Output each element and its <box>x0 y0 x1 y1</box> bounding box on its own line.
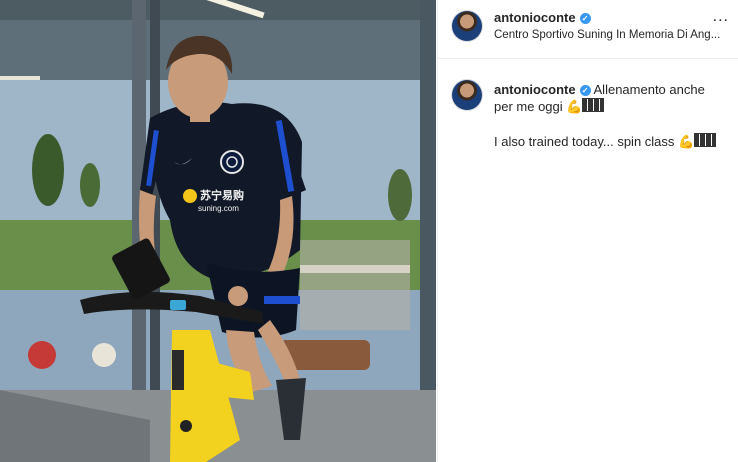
caption-line-2: I also trained today... spin class 💪 <box>494 133 726 150</box>
caption-avatar[interactable] <box>452 80 482 110</box>
flag-emoji-icon <box>582 98 605 112</box>
caption-verified-icon: ✓ <box>579 85 591 96</box>
caption-text-english: I also trained today... spin class <box>494 134 675 149</box>
caption-line-1: antonioconte ✓ Allenamento anche per me o… <box>494 81 726 115</box>
post-sidebar: antonioconte ✓ Centro Sportivo Suning In … <box>437 0 738 462</box>
flag-emoji-icon-2 <box>694 133 717 147</box>
post-header: antonioconte ✓ Centro Sportivo Suning In … <box>438 0 738 59</box>
post-caption: antonioconte ✓ Allenamento anche per me o… <box>494 81 726 150</box>
username-link[interactable]: antonioconte ✓ <box>494 10 591 25</box>
flex-emoji-2: 💪 <box>678 134 695 149</box>
flex-emoji: 💪 <box>566 99 583 114</box>
location-link[interactable]: Centro Sportivo Suning In Memoria Di Ang… <box>494 29 726 41</box>
sponsor-logo-chinese: 苏宁易购 <box>200 188 244 202</box>
more-options-icon[interactable]: ... <box>713 9 729 25</box>
sponsor-logo-domain: suning.com <box>198 204 239 213</box>
username-text: antonioconte <box>494 10 576 25</box>
verified-badge-icon: ✓ <box>579 13 591 24</box>
post-photo[interactable]: 苏宁易购 suning.com <box>0 0 436 462</box>
gym-scene: 苏宁易购 suning.com <box>0 0 436 462</box>
avatar[interactable] <box>452 11 482 41</box>
caption-username[interactable]: antonioconte <box>494 82 576 97</box>
